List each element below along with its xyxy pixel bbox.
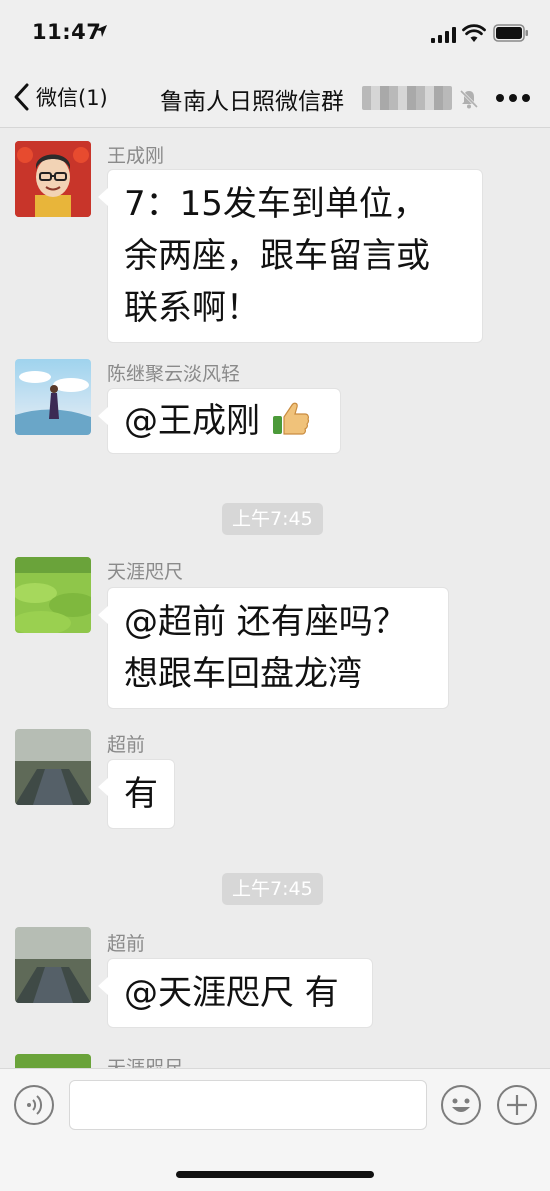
sender-name: 陈继聚云淡风轻: [107, 363, 241, 385]
anime-avatar-icon: [15, 359, 91, 435]
mute-bell-icon: [459, 89, 479, 109]
avatar[interactable]: [15, 729, 91, 805]
sender-name: 超前: [107, 933, 146, 955]
avatar[interactable]: [15, 927, 91, 1003]
grass-avatar-icon: [15, 557, 91, 633]
avatar[interactable]: [15, 359, 91, 435]
message-bubble[interactable]: 7：15发车到单位， 余两座，跟车留言或 联系啊！: [98, 169, 483, 343]
cellular-signal-icon: [431, 27, 457, 43]
more-dot: [496, 94, 504, 102]
message-input[interactable]: [69, 1080, 427, 1130]
title-blur-mask: [362, 86, 452, 110]
message-bubble[interactable]: @王成刚: [98, 388, 341, 454]
back-label: 微信(1): [36, 86, 108, 110]
thumbs-up-icon: [273, 402, 310, 435]
voice-icon: [27, 1095, 43, 1115]
back-chevron-icon: [14, 83, 29, 111]
home-indicator[interactable]: [176, 1171, 374, 1178]
battery-icon: [493, 24, 528, 42]
message-bubble[interactable]: @天涯咫尺 有: [98, 958, 373, 1028]
timestamp: 上午7:45: [222, 873, 323, 905]
status-bar: 11:47: [0, 0, 550, 66]
sender-name: 天涯咫尺: [107, 561, 184, 583]
emoji-icon: [452, 1098, 470, 1112]
chat-header: 微信(1) 鲁南人日照微信群: [0, 66, 550, 128]
message-line: 联系啊！: [124, 288, 260, 328]
grass-avatar-icon: [15, 1054, 91, 1069]
add-icon: [507, 1095, 527, 1115]
message-bubble[interactable]: 有: [98, 759, 175, 829]
avatar[interactable]: [15, 557, 91, 633]
more-dot: [522, 94, 530, 102]
message-text: 有: [124, 774, 158, 814]
sender-name: 超前: [107, 734, 146, 756]
cartoon-avatar-icon: [15, 141, 91, 217]
message-line: 余两座，跟车留言或: [124, 236, 430, 276]
message-line: 7：15发车到单位，: [124, 184, 427, 224]
back-button[interactable]: 微信(1): [12, 80, 108, 114]
wifi-icon: [462, 24, 486, 42]
more-button[interactable]: [496, 94, 530, 104]
canal-avatar-icon: [15, 729, 91, 805]
sender-name: 天涯咫尺: [107, 1057, 184, 1069]
message-list[interactable]: 王成刚 7：15发车到单位， 余两座，跟车留言或 联系啊！ 陈继聚云淡风轻 @王…: [0, 129, 550, 1069]
message-text: @王成刚: [124, 401, 260, 441]
avatar[interactable]: [15, 141, 91, 217]
voice-button[interactable]: [14, 1085, 54, 1125]
message-text: @天涯咫尺 有: [124, 973, 339, 1013]
add-button[interactable]: [497, 1085, 537, 1125]
emoji-button[interactable]: [441, 1085, 481, 1125]
chat-title: 鲁南人日照微信群: [160, 89, 344, 115]
avatar[interactable]: [15, 1054, 91, 1069]
sender-name: 王成刚: [107, 145, 165, 167]
message-bubble[interactable]: @超前 还有座吗？ 想跟车回盘龙湾: [98, 587, 449, 709]
location-arrow-icon: [95, 25, 107, 37]
message-line: 想跟车回盘龙湾: [124, 654, 362, 694]
canal-avatar-icon: [15, 927, 91, 1003]
message-line: @超前 还有座吗？: [124, 602, 407, 642]
timestamp: 上午7:45: [222, 503, 323, 535]
more-dot: [509, 94, 517, 102]
status-time: 11:47: [32, 20, 102, 44]
